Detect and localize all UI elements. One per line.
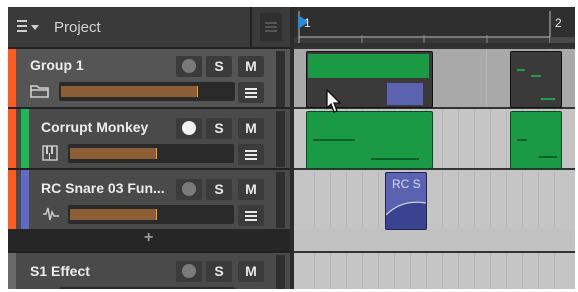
add-track-icon[interactable]: + <box>144 229 153 247</box>
header-divider <box>250 7 252 47</box>
volume-meter[interactable] <box>68 144 234 163</box>
mute-button[interactable]: M <box>238 261 264 282</box>
track-menu-button[interactable] <box>238 144 264 165</box>
track-color-bar <box>21 109 29 168</box>
group-clip[interactable] <box>510 51 562 108</box>
mute-button[interactable]: M <box>238 56 264 77</box>
track-name[interactable]: S1 Effect <box>30 263 90 279</box>
solo-button[interactable]: S <box>206 261 232 282</box>
panel-title: Project <box>54 19 101 36</box>
track-group-1[interactable]: Group 1 S M <box>8 49 290 107</box>
bar-2-label: 2 <box>555 16 562 30</box>
track-color-bar <box>21 170 29 229</box>
daw-window: Project Group 1 S M Corrupt Monkey S M R… <box>8 7 575 289</box>
group-color-bar <box>8 109 16 168</box>
mute-button[interactable]: M <box>238 179 264 200</box>
track-level-strip <box>276 172 285 228</box>
bar-1-label: 1 <box>304 16 311 30</box>
track-rc-snare[interactable]: RC Snare 03 Fun... S M <box>8 170 290 229</box>
mouse-cursor-icon <box>326 89 342 113</box>
add-track-row: + <box>8 229 290 251</box>
track-name[interactable]: RC Snare 03 Fun... <box>41 180 165 196</box>
track-level-strip <box>276 111 285 167</box>
volume-meter[interactable] <box>59 287 235 289</box>
record-arm-button[interactable] <box>176 56 202 77</box>
record-arm-button[interactable] <box>176 118 202 139</box>
lane-empty[interactable] <box>294 229 575 251</box>
audio-clip[interactable]: RC S <box>385 172 427 230</box>
folder-icon[interactable] <box>30 83 50 99</box>
piano-icon <box>42 145 58 161</box>
track-color-bar <box>8 253 16 289</box>
midi-clip[interactable] <box>510 111 562 169</box>
lane-rc-snare[interactable] <box>294 170 575 229</box>
waveform-icon <box>43 207 59 221</box>
timeline-ruler[interactable]: 1 2 <box>294 7 575 47</box>
group-color-bar <box>8 170 16 229</box>
solo-button[interactable]: S <box>206 179 232 200</box>
track-menu-button[interactable] <box>238 205 264 226</box>
list-menu-icon[interactable] <box>16 19 42 35</box>
track-s1-effect[interactable]: S1 Effect S M <box>8 253 290 289</box>
track-header-panel: Project Group 1 S M Corrupt Monkey S M R… <box>8 7 290 289</box>
track-menu-button[interactable] <box>238 82 264 103</box>
volume-meter[interactable] <box>68 205 234 224</box>
volume-meter[interactable] <box>59 82 235 101</box>
track-color-bar <box>8 49 16 107</box>
grip-icon <box>265 22 277 32</box>
midi-clip[interactable] <box>306 111 433 169</box>
solo-button[interactable]: S <box>206 56 232 77</box>
mute-button[interactable]: M <box>238 118 264 139</box>
track-name[interactable]: Corrupt Monkey <box>41 119 148 135</box>
track-corrupt-monkey[interactable]: Corrupt Monkey S M <box>8 109 290 168</box>
track-name[interactable]: Group 1 <box>30 57 84 73</box>
panel-header: Project <box>8 7 290 47</box>
arranger-timeline[interactable]: 1 2 RC S <box>294 7 575 289</box>
group-level-strip <box>276 51 285 107</box>
solo-button[interactable]: S <box>206 118 232 139</box>
record-arm-button[interactable] <box>176 261 202 282</box>
ruler-ticks <box>294 11 575 43</box>
lane-s1-effect[interactable] <box>294 253 575 289</box>
track-level-strip <box>276 255 285 289</box>
record-arm-button[interactable] <box>176 179 202 200</box>
panel-scroll-handle[interactable] <box>260 13 282 41</box>
